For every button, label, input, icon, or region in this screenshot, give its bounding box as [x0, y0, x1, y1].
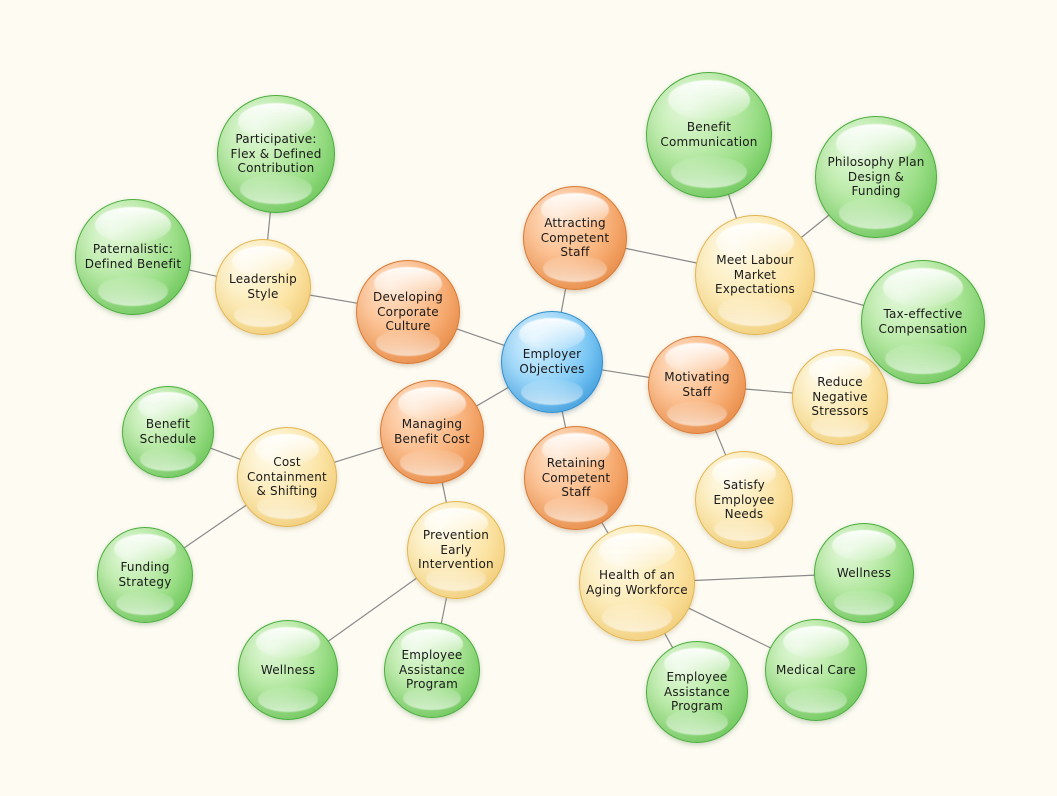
node-employer-objectives[interactable]: Employer Objectives — [501, 311, 603, 413]
node-label: Meet Labour Market Expectations — [715, 253, 795, 297]
edge-attracting-competent-staff--meet-labour-market-expectations — [624, 247, 698, 264]
node-label: Managing Benefit Cost — [394, 417, 470, 446]
node-label: Employee Assistance Program — [399, 648, 465, 692]
node-meet-labour-market-expectations[interactable]: Meet Labour Market Expectations — [695, 215, 815, 335]
node-wellness-left[interactable]: Wellness — [238, 620, 338, 720]
node-retaining-competent-staff[interactable]: Retaining Competent Staff — [524, 426, 628, 530]
node-label: Cost Containment & Shifting — [247, 455, 327, 499]
node-satisfy-employee-needs[interactable]: Satisfy Employee Needs — [695, 451, 793, 549]
node-label: Medical Care — [776, 662, 856, 677]
edge-motivating-staff--reduce-negative-stressors — [744, 388, 794, 394]
node-paternalistic-defined-benefit[interactable]: Paternalistic: Defined Benefit — [75, 199, 191, 315]
node-label: Funding Strategy — [118, 560, 172, 589]
node-prevention-early-intervention[interactable]: Prevention Early Intervention — [407, 501, 505, 599]
node-label: Benefit Schedule — [139, 417, 197, 446]
node-label: Wellness — [836, 565, 892, 580]
edge-leadership-style--participative-flex-defined-contribution — [266, 211, 271, 241]
edge-employer-objectives--developing-corporate-culture — [455, 328, 505, 347]
edge-prevention-early-intervention--employee-assistance-program-left — [440, 596, 448, 625]
node-label: Benefit Communication — [660, 120, 758, 149]
node-label: Employer Objectives — [519, 347, 585, 376]
node-label: Leadership Style — [229, 272, 297, 301]
node-leadership-style[interactable]: Leadership Style — [215, 239, 311, 335]
mindmap-canvas: Employer Objectives Attracting Competent … — [0, 0, 1057, 796]
node-developing-corporate-culture[interactable]: Developing Corporate Culture — [356, 260, 460, 364]
node-philosophy-plan-design-funding[interactable]: Philosophy Plan Design & Funding — [815, 116, 937, 238]
node-label: Philosophy Plan Design & Funding — [827, 155, 925, 199]
node-label: Developing Corporate Culture — [373, 290, 443, 334]
node-employee-assistance-program-bottom[interactable]: Employee Assistance Program — [646, 641, 748, 743]
edge-employer-objectives--attracting-competent-staff — [560, 288, 567, 313]
edge-employer-objectives--retaining-competent-staff — [561, 410, 567, 429]
node-label: Wellness — [260, 662, 316, 677]
edge-health-of-an-aging-workforce--employee-assistance-program-bottom — [663, 632, 674, 649]
node-label: Participative: Flex & Defined Contributi… — [230, 132, 322, 176]
node-label: Paternalistic: Defined Benefit — [84, 242, 182, 271]
edge-cost-containment-shifting--benefit-schedule — [209, 447, 242, 461]
node-employee-assistance-program-left[interactable]: Employee Assistance Program — [384, 622, 480, 718]
edge-employer-objectives--managing-benefit-cost — [475, 386, 510, 407]
node-label: Retaining Competent Staff — [541, 456, 611, 500]
edge-employer-objectives--motivating-staff — [601, 369, 650, 379]
edge-meet-labour-market-expectations--philosophy-plan-design-funding — [800, 214, 830, 239]
node-medical-care[interactable]: Medical Care — [765, 619, 867, 721]
node-tax-effective-compensation[interactable]: Tax-effective Compensation — [861, 260, 985, 384]
node-health-of-an-aging-workforce[interactable]: Health of an Aging Workforce — [579, 525, 695, 641]
node-funding-strategy[interactable]: Funding Strategy — [97, 527, 193, 623]
node-participative-flex-defined-contribution[interactable]: Participative: Flex & Defined Contributi… — [217, 95, 335, 213]
node-motivating-staff[interactable]: Motivating Staff — [648, 336, 746, 434]
node-benefit-schedule[interactable]: Benefit Schedule — [122, 386, 214, 478]
edge-managing-benefit-cost--cost-containment-shifting — [333, 446, 384, 464]
node-reduce-negative-stressors[interactable]: Reduce Negative Stressors — [792, 349, 888, 445]
node-label: Employee Assistance Program — [664, 670, 730, 714]
edge-meet-labour-market-expectations--benefit-communication — [727, 193, 738, 220]
edge-health-of-an-aging-workforce--wellness-right — [693, 574, 816, 582]
node-attracting-competent-staff[interactable]: Attracting Competent Staff — [523, 186, 627, 290]
edge-meet-labour-market-expectations--tax-effective-compensation — [811, 290, 865, 307]
node-label: Motivating Staff — [664, 370, 730, 399]
node-cost-containment-shifting[interactable]: Cost Containment & Shifting — [237, 427, 337, 527]
node-managing-benefit-cost[interactable]: Managing Benefit Cost — [380, 380, 484, 484]
node-label: Reduce Negative Stressors — [811, 375, 869, 419]
node-label: Attracting Competent Staff — [540, 216, 610, 260]
edge-developing-corporate-culture--leadership-style — [309, 294, 358, 304]
node-label: Prevention Early Intervention — [418, 528, 494, 572]
node-label: Health of an Aging Workforce — [586, 568, 688, 597]
edge-managing-benefit-cost--prevention-early-intervention — [441, 481, 448, 504]
node-label: Tax-effective Compensation — [878, 307, 968, 336]
edge-motivating-staff--satisfy-employee-needs — [714, 429, 727, 456]
edge-leadership-style--paternalistic-defined-benefit — [188, 269, 218, 278]
node-benefit-communication[interactable]: Benefit Communication — [646, 72, 772, 198]
edge-cost-containment-shifting--funding-strategy — [183, 504, 248, 549]
node-label: Satisfy Employee Needs — [713, 478, 775, 522]
node-wellness-right[interactable]: Wellness — [814, 523, 914, 623]
